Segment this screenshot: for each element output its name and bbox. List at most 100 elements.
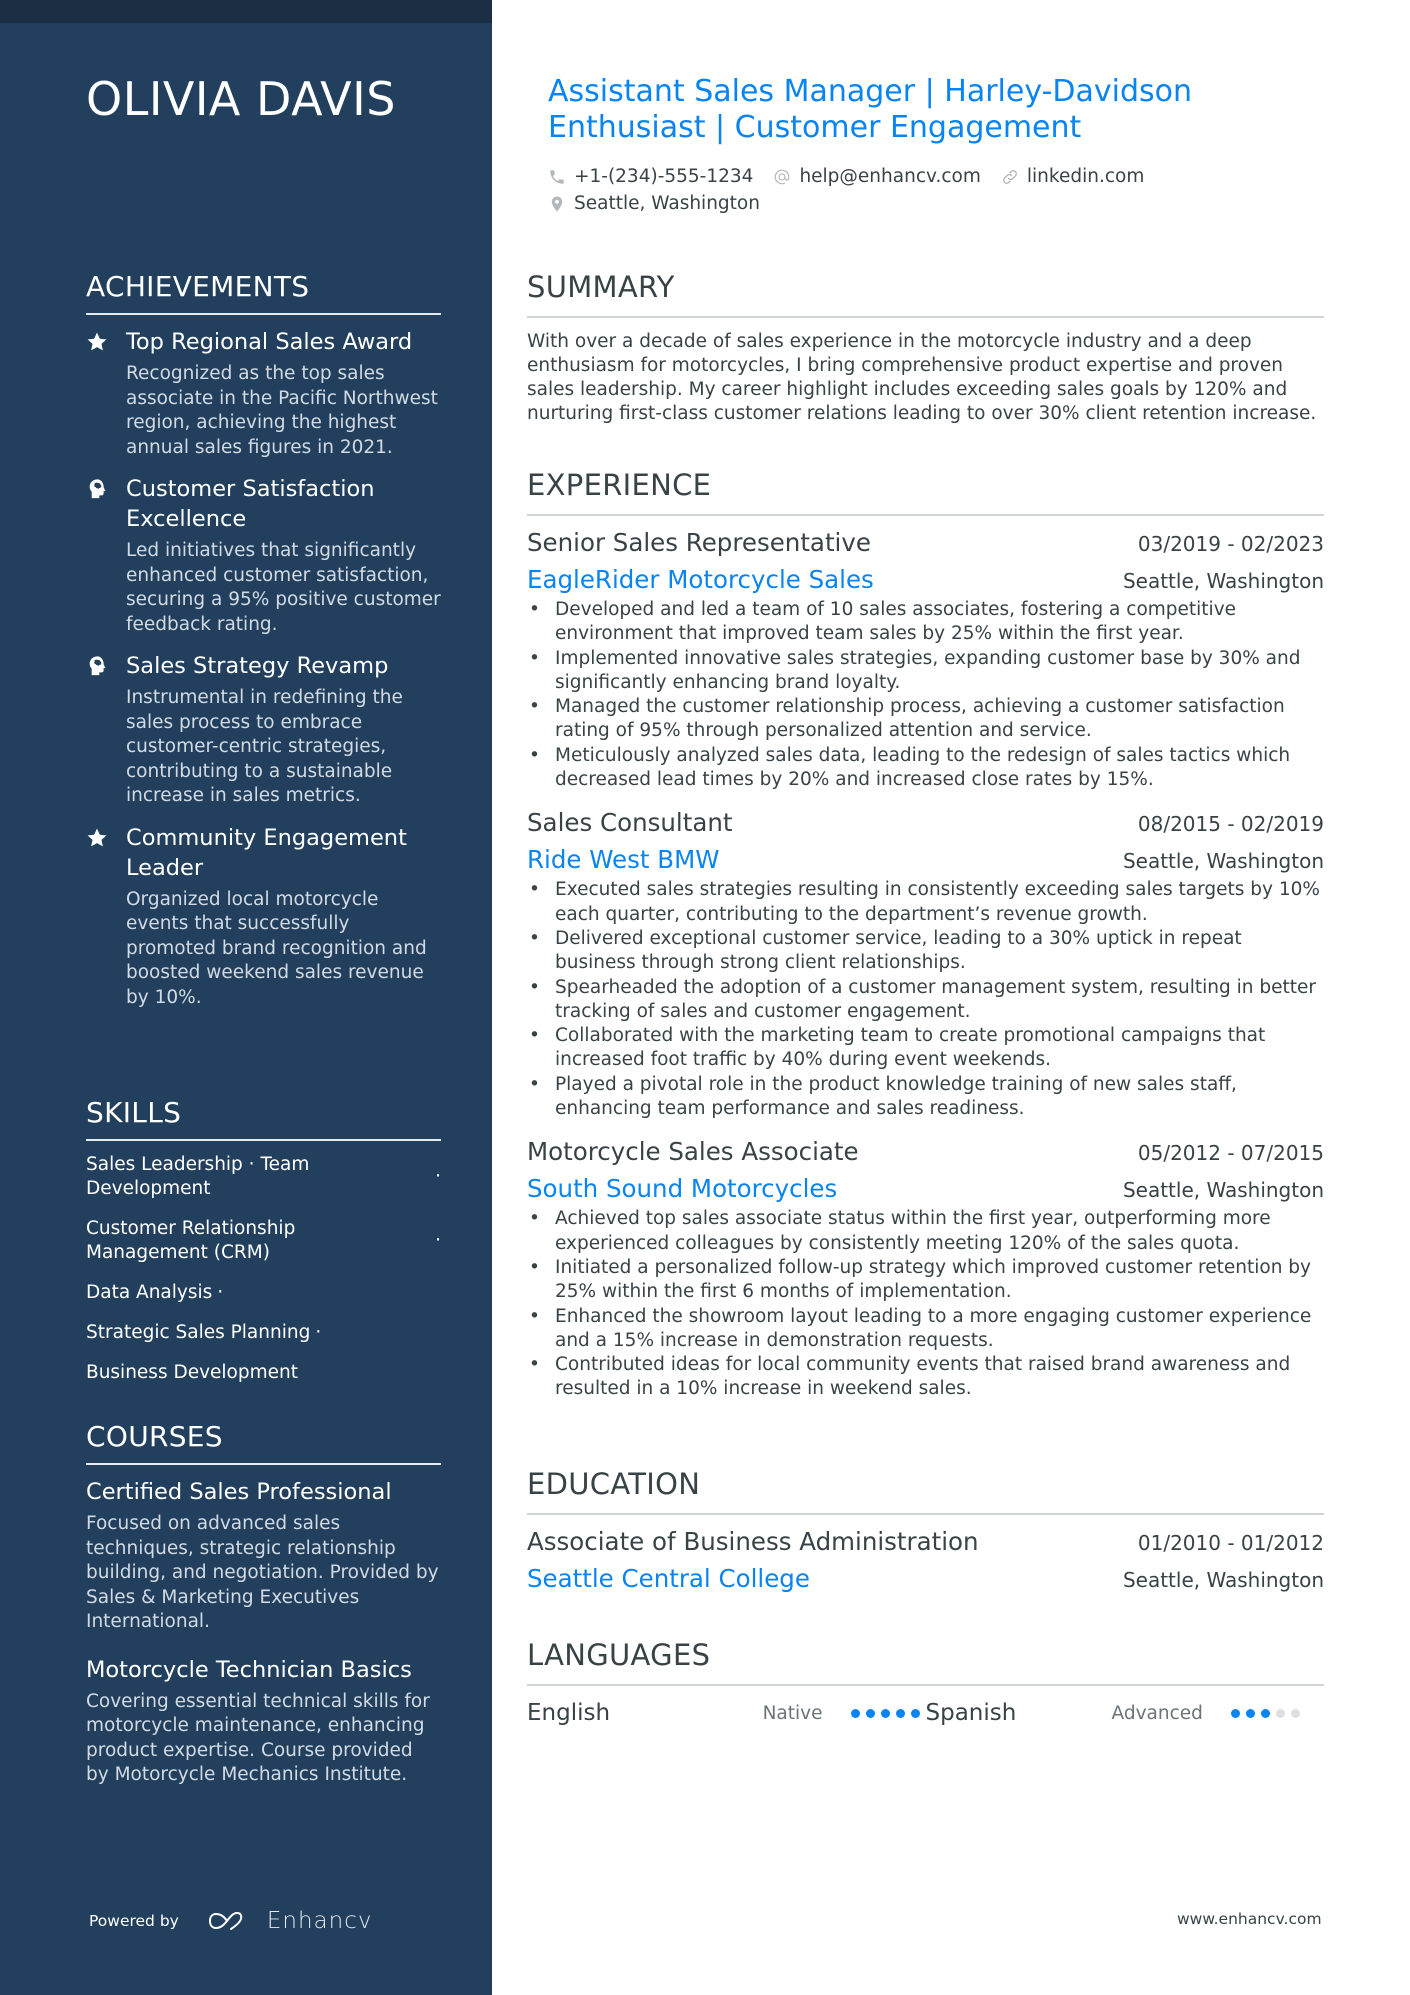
contact-row: Seattle, Washington: [548, 190, 1328, 217]
job-dates: 08/2015 - 02/2019: [1137, 812, 1324, 837]
headline-title: Assistant Sales Manager | Harley-Davidso…: [548, 74, 1193, 145]
education-entry: Associate of Business Administration 01/…: [527, 1527, 1324, 1593]
education-section: EDUCATION Associate of Business Administ…: [527, 1467, 1324, 1593]
job-location: Seattle, Washington: [1122, 569, 1324, 593]
languages-heading: LANGUAGES: [527, 1638, 1324, 1686]
experience-section: EXPERIENCE Senior Sales Representative 0…: [527, 468, 1324, 1402]
achievements-list: Top Regional Sales Award Recognized as t…: [86, 327, 441, 1010]
brain-head-icon: [86, 651, 126, 809]
rating-dot-filled: [880, 1708, 890, 1718]
job-bullet: Implemented innovative sales strategies,…: [527, 647, 1324, 696]
language-item: Spanish Advanced: [926, 1700, 1325, 1726]
job-title: Senior Sales Representative: [527, 528, 871, 557]
summary-section: SUMMARY With over a decade of sales expe…: [527, 270, 1324, 426]
job-bullets: Achieved top sales associate status with…: [527, 1207, 1324, 1401]
skill-text: Business Development: [86, 1362, 299, 1383]
education-location: Seattle, Washington: [1122, 1568, 1324, 1592]
job-bullets: Developed and led a team of 10 sales ass…: [527, 598, 1324, 792]
brain-head-icon: [86, 474, 126, 637]
rating-dot-filled: [865, 1708, 875, 1718]
summary-text: With over a decade of sales experience i…: [527, 331, 1317, 424]
achievement-title: Sales Strategy Revamp: [126, 653, 389, 679]
powered-by: Powered by Enhancv: [89, 1908, 372, 1934]
linkedin-url[interactable]: linkedin.com: [1027, 166, 1144, 187]
summary-heading: SUMMARY: [527, 270, 1324, 318]
powered-by-label: Powered by: [89, 1912, 179, 1930]
rating-dot-filled: [1245, 1708, 1255, 1718]
courses-section: COURSES Certified Sales Professional Foc…: [86, 1420, 441, 1788]
skill-text: Strategic Sales Planning: [86, 1322, 311, 1343]
job-bullet: Initiated a personalized follow-up strat…: [527, 1256, 1324, 1305]
achievement-description: Recognized as the top sales associate in…: [126, 363, 438, 458]
contact-email[interactable]: help@enhancv.com: [773, 166, 981, 187]
contact-row: +1-(234)-555-1234 help@enhancv.com linke…: [548, 163, 1328, 190]
course-item: Certified Sales Professional Focused on …: [86, 1477, 441, 1635]
rating-dot-empty: [1290, 1708, 1300, 1718]
job-bullet: Delivered exceptional customer service, …: [527, 927, 1324, 976]
skill-separator: ·: [435, 1166, 441, 1187]
skill-line: Customer Relationship Management (CRM) ·: [86, 1217, 441, 1265]
skill-line: Strategic Sales Planning ·: [86, 1321, 441, 1345]
skill-text: Customer Relationship Management (CRM): [86, 1218, 296, 1263]
skill-text: Sales Leadership · Team Development: [86, 1154, 310, 1199]
job-dates: 05/2012 - 07/2015: [1137, 1141, 1324, 1166]
job-company: South Sound Motorcycles: [527, 1174, 838, 1204]
achievements-section: ACHIEVEMENTS Top Regional Sales Award Re…: [86, 270, 441, 1010]
achievement-item: Sales Strategy Revamp Instrumental in re…: [86, 651, 441, 809]
language-name: Spanish: [925, 1700, 1017, 1726]
job-title: Motorcycle Sales Associate: [527, 1137, 859, 1167]
language-level: Native: [762, 1702, 823, 1724]
achievement-title: Top Regional Sales Award: [126, 329, 413, 355]
job-bullet: Meticulously analyzed sales data, leadin…: [527, 744, 1324, 793]
job-bullet: Managed the customer relationship proces…: [527, 695, 1324, 744]
education-heading: EDUCATION: [527, 1467, 1324, 1515]
skill-separator: ·: [315, 1322, 322, 1343]
job-bullet: Enhanced the showroom layout leading to …: [527, 1305, 1324, 1354]
skill-line: Business Development: [86, 1361, 441, 1385]
sidebar: OLIVIA DAVIS ACHIEVEMENTS Top Regional S…: [0, 0, 492, 1995]
education-school: Seattle Central College: [527, 1564, 810, 1593]
job-location: Seattle, Washington: [1122, 1178, 1324, 1203]
achievement-item: Customer Satisfaction Excellence Led ini…: [86, 474, 441, 637]
course-description: Focused on advanced sales techniques, st…: [86, 1513, 439, 1632]
at-icon: [775, 169, 790, 184]
achievement-title: Customer Satisfaction Excellence: [126, 476, 375, 532]
rating-dot-filled: [1260, 1708, 1270, 1718]
job-entry: Sales Consultant 08/2015 - 02/2019 Ride …: [527, 808, 1324, 1121]
contact-info: +1-(234)-555-1234 help@enhancv.com linke…: [548, 163, 1328, 217]
achievement-item: Top Regional Sales Award Recognized as t…: [86, 327, 441, 460]
job-bullets: Executed sales strategies resulting in c…: [527, 878, 1324, 1121]
rating-dot-filled: [850, 1708, 860, 1718]
achievement-description: Instrumental in redefining the sales pro…: [126, 687, 403, 806]
skills-section: SKILLS Sales Leadership · Team Developme…: [86, 1096, 441, 1385]
language-level: Advanced: [1111, 1702, 1203, 1724]
job-bullet: Played a pivotal role in the product kno…: [527, 1073, 1324, 1122]
candidate-name: OLIVIA DAVIS: [86, 72, 396, 126]
contact-phone: +1-(234)-555-1234: [548, 166, 753, 187]
course-title: Motorcycle Technician Basics: [86, 1656, 412, 1683]
achievement-description: Organized local motorcycle events that s…: [126, 888, 427, 1008]
enhancv-brand[interactable]: Enhancv: [267, 1908, 373, 1934]
location-text: Seattle, Washington: [574, 193, 760, 214]
job-entry: Senior Sales Representative 03/2019 - 02…: [527, 528, 1324, 792]
job-bullet: Collaborated with the marketing team to …: [527, 1024, 1324, 1073]
skill-line: Data Analysis ·: [86, 1281, 441, 1305]
job-company: Ride West BMW: [527, 845, 720, 875]
footer-url[interactable]: www.enhancv.com: [1177, 1910, 1322, 1928]
job-bullet: Executed sales strategies resulting in c…: [527, 878, 1324, 927]
rating-dot-empty: [1275, 1708, 1285, 1718]
course-description: Covering essential technical skills for …: [86, 1690, 430, 1786]
email-address[interactable]: help@enhancv.com: [799, 166, 980, 187]
job-entry: Motorcycle Sales Associate 05/2012 - 07/…: [527, 1137, 1324, 1401]
phone-number: +1-(234)-555-1234: [574, 166, 754, 187]
link-icon: [1002, 169, 1017, 184]
skill-text: Data Analysis: [86, 1282, 213, 1303]
contact-location: Seattle, Washington: [548, 193, 760, 214]
contact-link[interactable]: linkedin.com: [1001, 166, 1144, 187]
skill-separator: ·: [435, 1230, 441, 1251]
job-bullet: Achieved top sales associate status with…: [527, 1207, 1324, 1256]
job-bullet: Developed and led a team of 10 sales ass…: [527, 598, 1324, 647]
rating-dot-filled: [1230, 1708, 1240, 1718]
job-bullet: Spearheaded the adoption of a customer m…: [527, 976, 1324, 1025]
rating-dot-filled: [895, 1708, 905, 1718]
